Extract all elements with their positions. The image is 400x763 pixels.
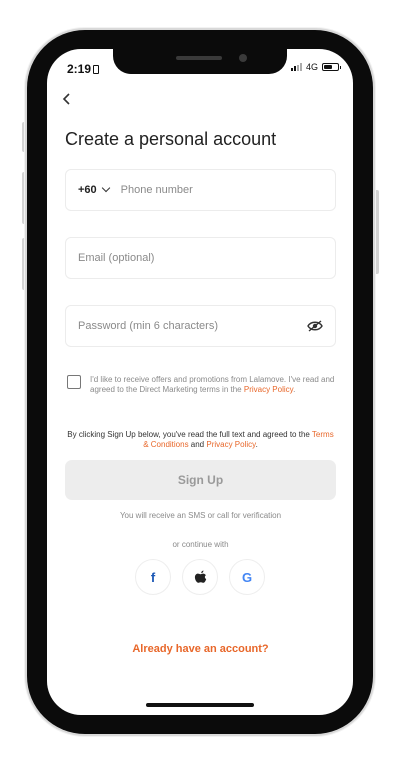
google-icon: G	[242, 570, 252, 585]
side-button-right	[374, 190, 379, 274]
status-time-label: 2:19	[67, 62, 92, 76]
email-field[interactable]	[65, 237, 336, 279]
terms-prefix: By clicking Sign Up below, you've read t…	[67, 430, 312, 439]
marketing-consent-checkbox[interactable]	[67, 375, 81, 389]
network-label: 4G	[305, 62, 318, 72]
home-indicator	[146, 703, 254, 707]
password-field[interactable]	[65, 305, 336, 347]
status-indicators: 4G	[290, 62, 341, 72]
chevron-left-icon	[62, 93, 70, 105]
battery-icon	[322, 63, 341, 71]
country-code-selector[interactable]: +60	[78, 184, 97, 196]
consent-label: I'd like to receive offers and promotion…	[90, 375, 335, 394]
apple-icon	[194, 570, 206, 583]
phone-screen: 2:19 4G Create a personal account +60 I'…	[47, 49, 353, 715]
password-input[interactable]	[78, 320, 307, 332]
sms-verification-note: You will receive an SMS or call for veri…	[119, 511, 282, 520]
privacy-policy-link[interactable]: Privacy Policy	[244, 385, 293, 394]
marketing-consent-text: I'd like to receive offers and promotion…	[90, 375, 335, 395]
terms-suffix: .	[255, 440, 258, 449]
chevron-down-icon[interactable]	[101, 183, 110, 193]
terms-notice: By clicking Sign Up below, you've read t…	[65, 430, 336, 450]
google-letter: G	[241, 569, 253, 585]
sim-icon	[93, 65, 100, 74]
sign-up-button[interactable]: Sign Up	[65, 460, 336, 500]
terms-privacy-link[interactable]: Privacy Policy	[206, 440, 255, 449]
apple-login-button[interactable]	[182, 559, 218, 595]
front-camera	[239, 54, 247, 62]
phone-field[interactable]: +60	[65, 169, 336, 211]
terms-and: and	[188, 440, 207, 449]
email-input[interactable]	[78, 252, 323, 264]
speaker	[176, 56, 222, 60]
already-have-account-link[interactable]: Already have an account?	[65, 643, 336, 655]
page-title: Create a personal account	[65, 129, 277, 149]
status-time: 2:19	[67, 62, 100, 76]
phone-input[interactable]	[120, 184, 323, 196]
google-login-button[interactable]: G	[229, 559, 265, 595]
consent-suffix: .	[293, 385, 296, 394]
back-button[interactable]	[62, 92, 78, 110]
facebook-login-button[interactable]: f	[135, 559, 171, 595]
facebook-icon: f	[150, 569, 156, 585]
continue-with-label: or continue with	[172, 540, 229, 549]
eye-off-icon[interactable]	[307, 320, 323, 332]
signal-icon	[290, 63, 302, 71]
notch	[113, 49, 287, 74]
